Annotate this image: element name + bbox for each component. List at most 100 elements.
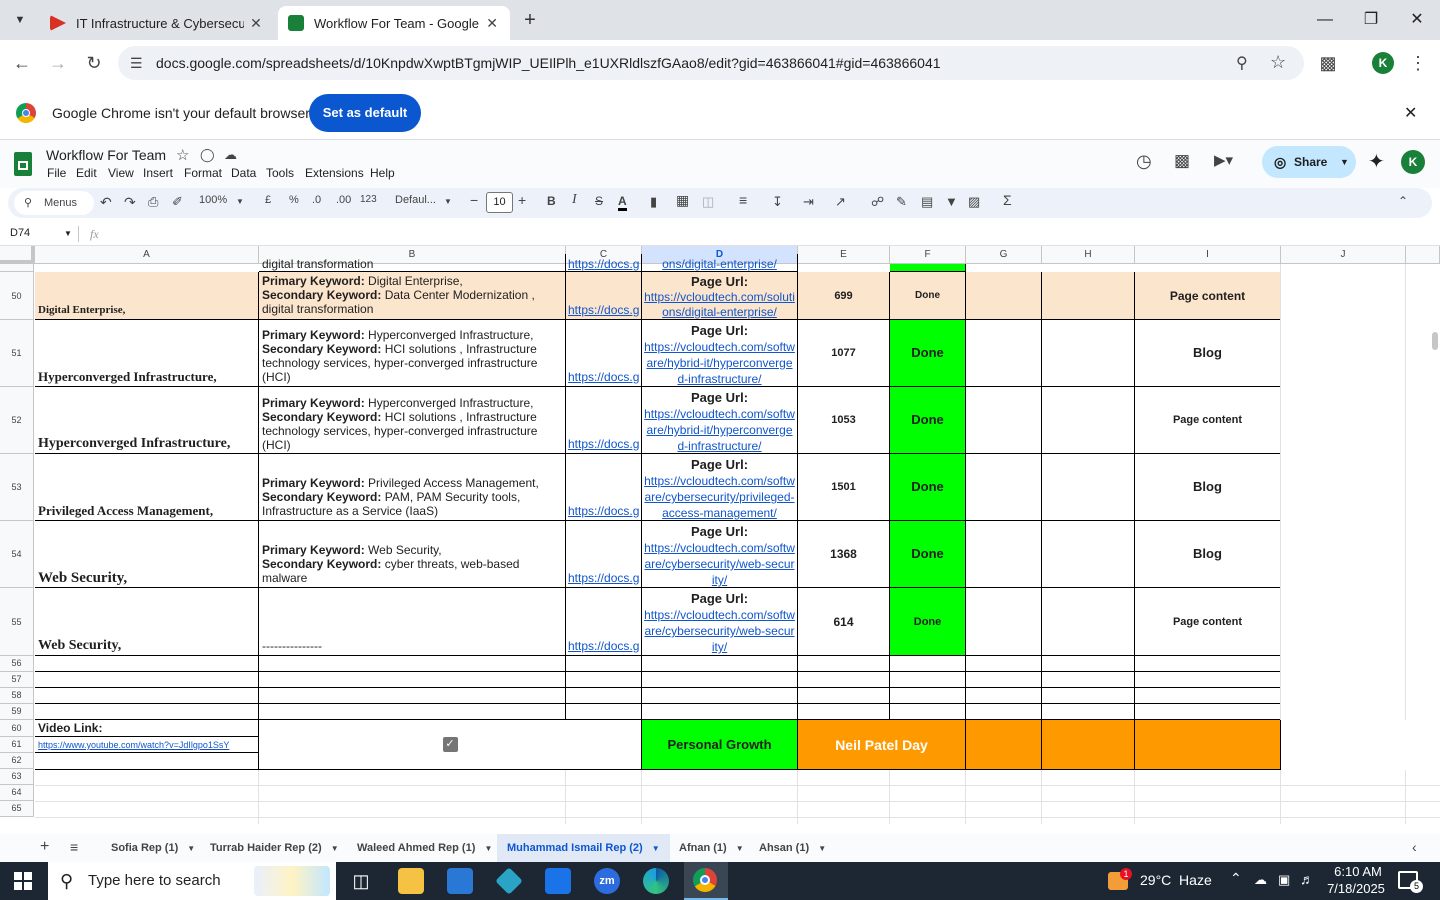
network-icon[interactable]: ▣ [1278, 872, 1290, 888]
cell-a62[interactable] [35, 753, 259, 770]
sheet-tab-afnan[interactable]: Afnan (1) ▼ [669, 834, 754, 862]
column-header-g[interactable]: G [966, 246, 1042, 264]
set-as-default-button[interactable]: Set as default [309, 94, 421, 132]
zoom-lens-icon[interactable]: ⚲ [1236, 53, 1248, 73]
cell-c54[interactable]: https://docs.g [566, 521, 642, 588]
mail-icon[interactable] [545, 868, 571, 894]
cell-c55[interactable]: https://docs.g [566, 588, 642, 656]
row-header[interactable]: 58 [0, 688, 34, 704]
page-url-link[interactable]: https://vcloudtech.com/software/hybrid-i… [644, 340, 795, 386]
cell-d51[interactable]: Page Url: https://vcloudtech.com/softwar… [642, 320, 798, 387]
font-dropdown-icon[interactable]: ▼ [444, 197, 452, 206]
cell-c53[interactable]: https://docs.g [566, 454, 642, 521]
doc-title[interactable]: Workflow For Team [46, 147, 166, 163]
cell-i52[interactable]: Page content [1135, 387, 1281, 454]
cell-c51[interactable]: https://docs.g [566, 320, 642, 387]
cell-d53[interactable]: Page Url: https://vcloudtech.com/softwar… [642, 454, 798, 521]
cell-i53[interactable]: Blog [1135, 454, 1281, 521]
sheet-tab-waleed[interactable]: Waleed Ahmed Rep (1) ▼ [347, 834, 502, 862]
cell-a53[interactable]: Privileged Access Management, [35, 454, 259, 521]
row-header[interactable]: 54 [0, 521, 34, 588]
empty-rows-block[interactable] [35, 656, 1281, 720]
tab-dropdown-icon[interactable]: ▼ [187, 844, 195, 853]
row-header[interactable]: 61 [0, 737, 34, 753]
video-url-link[interactable]: https://www.youtube.com/watch?v=JdIlgpo1… [38, 740, 229, 750]
restore-icon[interactable]: ❐ [1356, 8, 1386, 32]
row-header[interactable]: 57 [0, 672, 34, 688]
column-header-a[interactable]: A [35, 246, 259, 264]
cell-b52[interactable]: Primary Keyword: Hyperconverged Infrastr… [259, 387, 566, 454]
cell-g51[interactable] [966, 320, 1042, 387]
cell-f53[interactable]: Done [890, 454, 966, 521]
menu-data[interactable]: Data [231, 166, 256, 180]
cell-i51[interactable]: Blog [1135, 320, 1281, 387]
row-header[interactable]: 51 [0, 320, 34, 387]
cell-d60-merged[interactable]: Personal Growth [642, 720, 798, 770]
chrome-taskbar-button[interactable] [684, 862, 728, 900]
currency-format-button[interactable]: £ [265, 194, 271, 206]
cell-b54[interactable]: Primary Keyword: Web Security, Secondary… [259, 521, 566, 588]
cell-d54[interactable]: Page Url: https://vcloudtech.com/softwar… [642, 521, 798, 588]
cell-c52[interactable]: https://docs.g [566, 387, 642, 454]
task-view-icon[interactable]: ◫ [348, 868, 374, 894]
zoom-dropdown-icon[interactable]: ▼ [236, 197, 244, 206]
cell-e60-merged[interactable]: Neil Patel Day [798, 720, 966, 770]
row-header[interactable]: 60 [0, 720, 34, 737]
cloud-status-icon[interactable]: ☁ [224, 147, 237, 163]
cell-a52[interactable]: Hyperconverged Infrastructure, [35, 387, 259, 454]
name-box-dropdown-icon[interactable]: ▼ [64, 229, 72, 238]
minimize-icon[interactable]: — [1310, 8, 1340, 32]
menu-format[interactable]: Format [184, 166, 222, 180]
onedrive-icon[interactable]: ☁ [1254, 872, 1267, 888]
cell-b60-merged[interactable]: ✓ [259, 720, 642, 770]
gemini-icon[interactable]: ✦ [1368, 149, 1385, 174]
star-icon[interactable]: ☆ [176, 146, 189, 164]
cell-i50[interactable]: Page content [1135, 272, 1281, 320]
name-box[interactable]: D74 ▼ [10, 227, 72, 239]
cell-h60-merged[interactable] [1042, 720, 1135, 770]
cell-g52[interactable] [966, 387, 1042, 454]
functions-icon[interactable]: Σ [1003, 192, 1012, 208]
cell-g55[interactable] [966, 588, 1042, 656]
collapse-sidepanel-icon[interactable]: ‹ [1412, 839, 1417, 855]
page-url-link[interactable]: https://vcloudtech.com/software/cybersec… [644, 541, 795, 587]
docs-link[interactable]: https://docs.g [568, 639, 639, 653]
share-dropdown-icon[interactable]: ▼ [1340, 146, 1349, 178]
filter-views-icon[interactable]: ▨ [968, 194, 980, 210]
cell-e52[interactable]: 1053 [798, 387, 890, 454]
page-url-link[interactable]: https://vcloudtech.com/solutions/digital… [644, 290, 795, 319]
cell-f54[interactable]: Done [890, 521, 966, 588]
docs-link[interactable]: https://docs.g [568, 303, 639, 317]
cell-a55[interactable]: Web Security, [35, 588, 259, 656]
zoom-app-icon[interactable]: zm [594, 868, 620, 894]
row-header[interactable]: 56 [0, 656, 34, 672]
cell-b50[interactable]: Primary Keyword: Digital Enterprise, Sec… [259, 272, 566, 320]
add-sheet-icon[interactable]: + [40, 838, 49, 856]
cell-c50[interactable]: https://docs.g [566, 272, 642, 320]
cell-g50[interactable] [966, 272, 1042, 320]
cell-h53[interactable] [1042, 454, 1135, 521]
row-header[interactable] [0, 264, 34, 272]
bookmark-star-icon[interactable]: ☆ [1270, 52, 1286, 73]
forward-icon[interactable]: → [46, 51, 70, 75]
italic-icon[interactable]: I [572, 192, 577, 208]
docs-link[interactable]: https://docs.g [568, 437, 639, 451]
tab-dropdown-icon[interactable]: ▼ [652, 844, 660, 853]
cell-d49[interactable]: ons/digital-enterprise/ [642, 254, 798, 272]
sheet-tab-turrab[interactable]: Turrab Haider Rep (2) ▼ [200, 834, 349, 862]
cell-h51[interactable] [1042, 320, 1135, 387]
cell-c49[interactable]: https://docs.g [566, 254, 642, 272]
text-rotation-icon[interactable]: ↗ [835, 194, 846, 210]
redo-icon[interactable]: ↷ [124, 194, 136, 211]
cell-a54[interactable]: Web Security, [35, 521, 259, 588]
menu-edit[interactable]: Edit [76, 166, 97, 180]
zoom-select[interactable]: 100% [199, 194, 227, 206]
align-horizontal-icon[interactable]: ≡ [739, 192, 747, 208]
cell-i54[interactable]: Blog [1135, 521, 1281, 588]
cell-f50[interactable]: Done [890, 272, 966, 320]
cell-e54[interactable]: 1368 [798, 521, 890, 588]
filter-icon[interactable]: ▼ [945, 194, 958, 209]
page-url-link[interactable]: https://vcloudtech.com/software/cybersec… [644, 474, 795, 520]
account-avatar[interactable]: K [1401, 150, 1425, 174]
url-text[interactable]: docs.google.com/spreadsheets/d/10KnpdwXw… [156, 55, 941, 71]
